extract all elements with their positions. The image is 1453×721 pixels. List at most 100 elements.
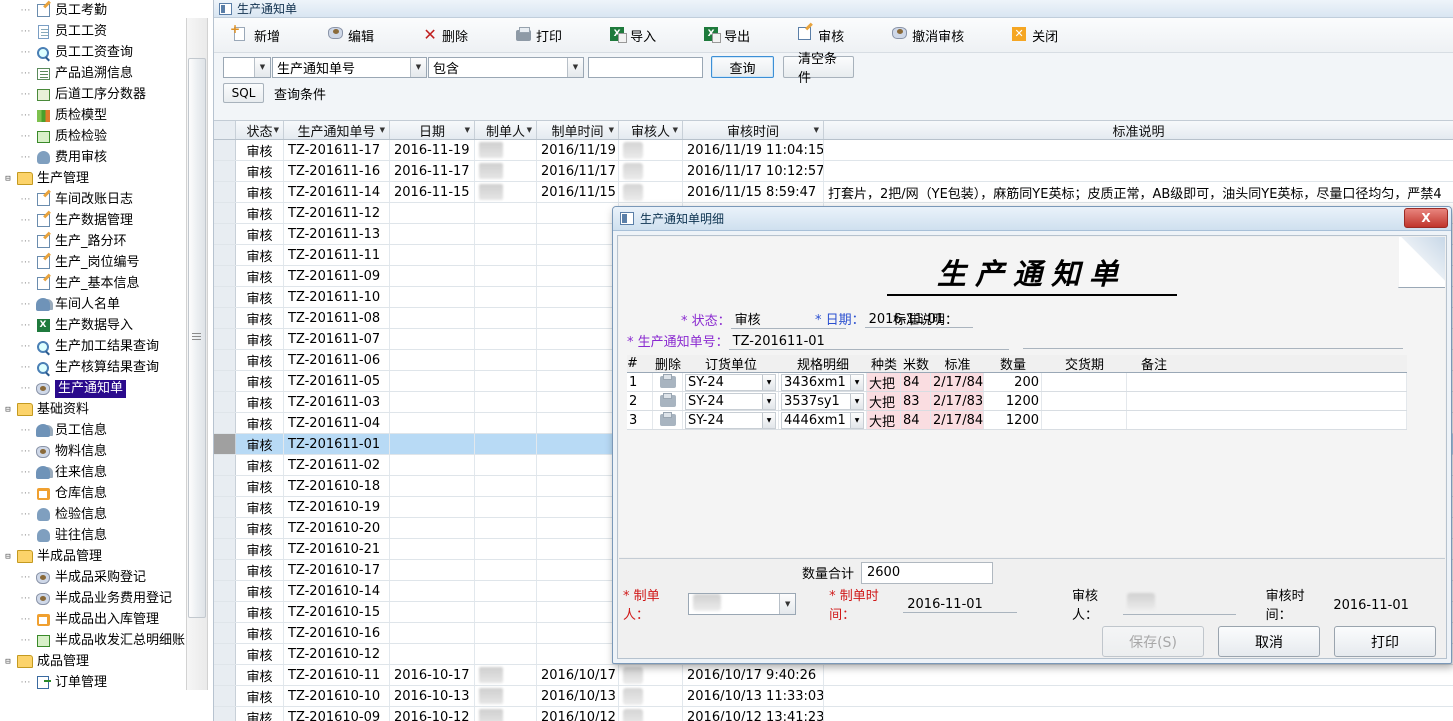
column-filter-icon[interactable]: ▼ [465, 126, 470, 134]
grid-column-header-1[interactable]: 生产通知单号 ▼ [284, 121, 390, 140]
cell-date[interactable]: 2016-11-19 [390, 140, 475, 160]
cell-mtime[interactable] [537, 497, 619, 517]
cell-mtime[interactable]: 2016/10/12 [537, 707, 619, 721]
cell-mtime[interactable] [537, 434, 619, 454]
cell-mtime[interactable] [537, 623, 619, 643]
cell-date[interactable] [390, 350, 475, 370]
cell-date[interactable] [390, 518, 475, 538]
cell-no[interactable]: TZ-201610-12 [284, 644, 390, 664]
toolbar-button-delete[interactable]: ✕ 删除 [412, 21, 478, 49]
cell-no[interactable]: TZ-201611-11 [284, 245, 390, 265]
cell-status[interactable]: 审核 [236, 707, 284, 721]
cell-status[interactable]: 审核 [236, 644, 284, 664]
cell-maker[interactable] [475, 686, 537, 706]
cell-auditor[interactable] [619, 161, 683, 181]
row-header-cell[interactable] [214, 371, 236, 391]
cell-desc[interactable] [824, 140, 1453, 160]
delete-row-button[interactable] [653, 411, 683, 429]
cell-no[interactable]: TZ-201610-20 [284, 518, 390, 538]
cell-status[interactable]: 审核 [236, 413, 284, 433]
cell-no[interactable]: TZ-201611-08 [284, 308, 390, 328]
chevron-down-icon[interactable]: ▼ [762, 393, 775, 409]
cell-status[interactable]: 审核 [236, 434, 284, 454]
cell-no[interactable]: TZ-201610-18 [284, 476, 390, 496]
chevron-down-icon[interactable]: ▼ [779, 594, 796, 614]
cell-desc[interactable] [824, 161, 1453, 181]
cell-mtime[interactable] [537, 308, 619, 328]
sidebar-item-12[interactable]: ⋯ 生产_岗位编号 [0, 252, 213, 273]
cell-no[interactable]: TZ-201611-01 [284, 434, 390, 454]
sidebar-splitter[interactable] [186, 18, 208, 690]
cell-status[interactable]: 审核 [236, 539, 284, 559]
spec-detail-combo[interactable]: 3537sy1 ▼ [781, 392, 864, 410]
cell-delivery-date[interactable] [1042, 411, 1127, 429]
row-header-cell[interactable] [214, 245, 236, 265]
cell-standard[interactable]: 2/17/84 [931, 373, 984, 391]
cell-status[interactable]: 审核 [236, 581, 284, 601]
cell-maker[interactable] [475, 455, 537, 475]
cell-no[interactable]: TZ-201611-04 [284, 413, 390, 433]
cell-status[interactable]: 审核 [236, 350, 284, 370]
detail-grid[interactable]: # 删除 订货单位 规格明细 种类 米数 标准 数量 交货期 备注 1 SY-24 ▼ 3436xm1 ▼… [627, 355, 1407, 430]
cell-no[interactable]: TZ-201611-17 [284, 140, 390, 160]
cell-mtime[interactable] [537, 392, 619, 412]
cell-mtime[interactable]: 2016/11/19 [537, 140, 619, 160]
cell-status[interactable]: 审核 [236, 518, 284, 538]
cell-status[interactable]: 审核 [236, 686, 284, 706]
order-unit-combo[interactable]: SY-24 ▼ [685, 392, 776, 410]
order-unit-combo[interactable]: SY-24 ▼ [685, 411, 776, 429]
row-header-cell[interactable] [214, 392, 236, 412]
cell-quantity[interactable]: 1200 [984, 392, 1042, 410]
chevron-down-icon[interactable]: ▼ [254, 57, 270, 77]
cell-status[interactable]: 审核 [236, 140, 284, 160]
cell-maker[interactable] [475, 203, 537, 223]
cell-date[interactable] [390, 392, 475, 412]
cell-mtime[interactable] [537, 287, 619, 307]
cell-kind[interactable]: 大把 [867, 392, 901, 410]
sidebar-item-27[interactable]: ⋯ 半成品采购登记 [0, 567, 213, 588]
cell-quantity[interactable]: 1200 [984, 411, 1042, 429]
row-header-cell[interactable] [214, 560, 236, 580]
cell-order-unit[interactable]: SY-24 ▼ [683, 373, 779, 391]
grid-column-header-4[interactable]: 制单时间 ▼ [537, 121, 619, 140]
cell-meters[interactable]: 84 [901, 411, 931, 429]
spec-detail-combo[interactable]: 4446xm1 ▼ [781, 411, 864, 429]
order-unit-combo[interactable]: SY-24 ▼ [685, 373, 776, 391]
sidebar-item-2[interactable]: ⋯ 员工工资查询 [0, 42, 213, 63]
column-filter-icon[interactable]: ▼ [609, 126, 614, 134]
chevron-down-icon[interactable]: ▼ [567, 57, 583, 77]
cell-no[interactable]: TZ-201611-16 [284, 161, 390, 181]
print-button[interactable]: 打印 [1334, 626, 1436, 657]
chevron-down-icon[interactable]: ▼ [762, 412, 775, 428]
column-filter-icon[interactable]: ▼ [274, 126, 279, 134]
sidebar-item-1[interactable]: ⋯ 员工工资 [0, 21, 213, 42]
cell-spec-detail[interactable]: 3436xm1 ▼ [779, 373, 867, 391]
cell-date[interactable] [390, 644, 475, 664]
cell-date[interactable] [390, 245, 475, 265]
sidebar-item-28[interactable]: ⋯ 半成品业务费用登记 [0, 588, 213, 609]
sidebar-item-24[interactable]: ⋯ 检验信息 [0, 504, 213, 525]
column-filter-icon[interactable]: ▼ [814, 126, 819, 134]
sidebar-item-3[interactable]: ⋯ 产品追溯信息 [0, 63, 213, 84]
row-header-cell[interactable] [214, 350, 236, 370]
filter-operator-combo[interactable]: 包含 ▼ [428, 56, 584, 78]
grid-column-header-0[interactable]: 状态 ▼ [236, 121, 284, 140]
cell-date[interactable] [390, 371, 475, 391]
cell-date[interactable] [390, 539, 475, 559]
cell-date[interactable]: 2016-11-17 [390, 161, 475, 181]
sidebar-item-26[interactable]: ⊟ 半成品管理 [0, 546, 213, 567]
cell-meters[interactable]: 83 [901, 392, 931, 410]
cell-mtime[interactable]: 2016/11/17 [537, 161, 619, 181]
cell-quantity[interactable]: 200 [984, 373, 1042, 391]
detail-row[interactable]: 1 SY-24 ▼ 3436xm1 ▼ 大把 84 2/17/84 200 [627, 373, 1407, 392]
column-filter-icon[interactable]: ▼ [527, 126, 532, 134]
cell-mtime[interactable] [537, 371, 619, 391]
cell-auditor[interactable] [619, 665, 683, 685]
sidebar-item-22[interactable]: ⋯ 往来信息 [0, 462, 213, 483]
filter-keyword-input[interactable] [588, 56, 703, 78]
sidebar-item-11[interactable]: ⋯ 生产_路分环 [0, 231, 213, 252]
sidebar-item-10[interactable]: ⋯ 生产数据管理 [0, 210, 213, 231]
sidebar-item-18[interactable]: ⋯ 生产通知单 [0, 378, 213, 399]
cell-maker[interactable] [475, 245, 537, 265]
cell-mtime[interactable]: 2016/10/13 [537, 686, 619, 706]
